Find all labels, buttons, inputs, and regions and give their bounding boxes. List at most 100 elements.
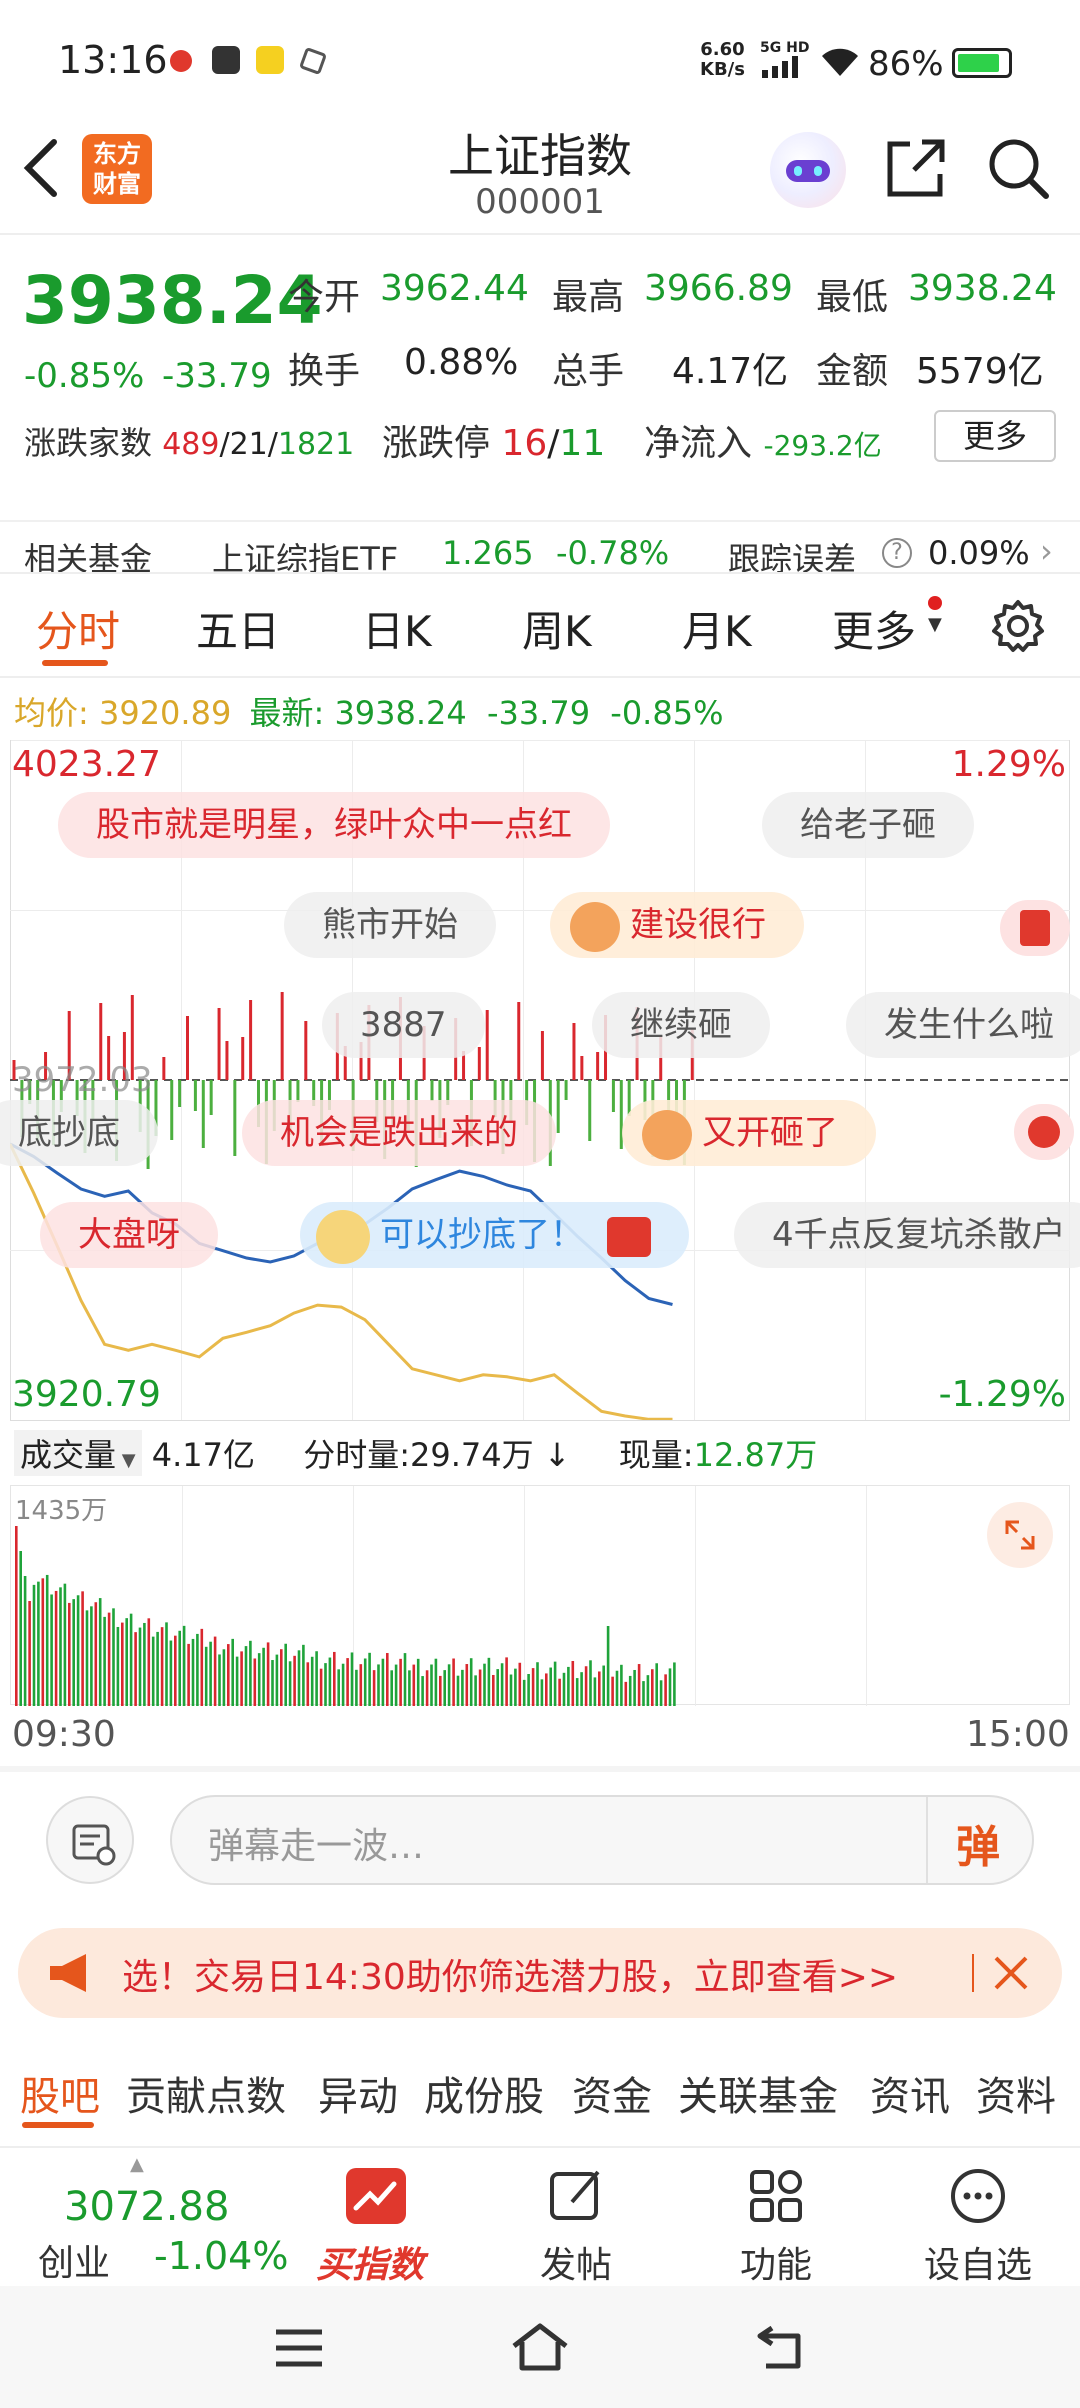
volume-bar (567, 1666, 570, 1706)
back-nav-icon[interactable] (752, 2322, 808, 2372)
tab-monthly-k[interactable]: 月K (682, 598, 752, 659)
mini-quote[interactable]: ▲ 3072.88 创业 -1.04% (30, 2154, 290, 2284)
ai-robot-icon[interactable] (770, 132, 846, 208)
volume-bar (319, 1668, 323, 1706)
danmu-bubble[interactable]: 建设很行 (550, 892, 804, 958)
settings-gear-icon[interactable] (990, 598, 1046, 654)
volume-bar (235, 1656, 239, 1706)
volume-bar (28, 1601, 31, 1706)
x-end-label: 15:00 (966, 1714, 1070, 1755)
bottom-navigation: ▲ 3072.88 创业 -1.04% 买指数 发帖 功能 设自选 (0, 2146, 1080, 2286)
change-value: -33.79 (162, 356, 272, 396)
volume-bar (160, 1627, 164, 1706)
tab-profile[interactable]: 资料 (976, 2064, 1056, 2122)
volume-bar (540, 1679, 544, 1706)
latest-change: -33.79 (486, 694, 591, 732)
divider (926, 1797, 928, 1883)
close-icon[interactable] (992, 1954, 1030, 1992)
function-button[interactable]: 功能 (696, 2156, 856, 2286)
danmu-settings-icon[interactable] (46, 1796, 134, 1884)
home-icon[interactable] (508, 2320, 572, 2374)
volume-bar (452, 1658, 455, 1706)
trend-up-icon (606, 1216, 651, 1257)
danmu-bubble[interactable]: 4千点反复坑杀散户 (734, 1202, 1080, 1268)
danmu-bubble[interactable]: 底抄底 (0, 1100, 158, 1166)
tab-movement[interactable]: 异动 (318, 2064, 398, 2122)
volume-bar (615, 1670, 619, 1706)
tab-news[interactable]: 资讯 (870, 2064, 950, 2122)
tab-related-funds[interactable]: 关联基金 (678, 2064, 838, 2122)
amount-label: 金额 (816, 351, 889, 392)
volume-bar (63, 1583, 67, 1706)
danmu-bubble[interactable]: 大盘呀 (40, 1202, 218, 1268)
limit-up: 16 (501, 423, 548, 464)
danmu-bubble[interactable]: 可以抄底了！ (300, 1202, 689, 1268)
volume-bar (514, 1668, 517, 1706)
volume-bar (121, 1622, 124, 1706)
volume-bar (218, 1654, 221, 1706)
volume-bar (483, 1663, 486, 1706)
grid-icon (750, 2170, 802, 2222)
volume-bar (32, 1584, 36, 1706)
volume-bar (562, 1672, 566, 1706)
low-value: 3938.24 (908, 268, 1057, 309)
danmu-bubble[interactable]: 机会是跌出来的 (242, 1100, 556, 1166)
tab-guba[interactable]: 股吧 (20, 2064, 100, 2122)
buy-index-button[interactable]: 买指数 (296, 2156, 456, 2286)
danmu-bubble[interactable]: 继续砸 (592, 992, 770, 1058)
tab-constituents[interactable]: 成份股 (424, 2064, 544, 2122)
volume-total: 4.17亿 (151, 1436, 256, 1474)
tab-more[interactable]: 更多 (832, 598, 916, 659)
volume-bar (297, 1650, 301, 1706)
status-bar: 13:16 6.60 KB/s 5G HD 86% (0, 0, 1080, 120)
search-icon[interactable] (986, 136, 1052, 202)
volume-selector[interactable]: 成交量 ▼ (14, 1430, 142, 1476)
national-badge-icon[interactable] (1014, 1104, 1074, 1160)
battery-percent: 86% (868, 44, 944, 84)
y-max-label: 4023.27 (12, 744, 161, 785)
add-watchlist-button[interactable]: 设自选 (898, 2156, 1058, 2286)
chevron-down-icon: ▼ (116, 1450, 136, 1471)
danmu-bubble[interactable]: 熊市开始 (284, 892, 496, 958)
volume-bar (37, 1581, 40, 1706)
danmu-bubble[interactable]: 股市就是明星，绿叶众中一点红 (58, 792, 610, 858)
tab-capital[interactable]: 资金 (572, 2064, 652, 2122)
volume-bar (222, 1649, 226, 1706)
post-button[interactable]: 发帖 (496, 2156, 656, 2286)
tab-weekly-k[interactable]: 周K (522, 598, 592, 659)
danmu-bubble[interactable]: 发生什么啦 (846, 992, 1080, 1058)
minute-volume-label: 分时量: (303, 1436, 410, 1474)
tab-contribution[interactable]: 贡献点数 (126, 2064, 286, 2122)
volume-bar (288, 1661, 292, 1706)
send-danmu-button[interactable]: 弹 (956, 1811, 1000, 1875)
volume-label: 总手 (552, 351, 625, 392)
danmu-bubble[interactable]: 给老子砸 (762, 792, 974, 858)
turnover-value: 0.88% (404, 342, 519, 383)
more-button[interactable]: 更多 (934, 410, 1056, 462)
promo-banner[interactable]: 选！交易日14:30助你筛选潜力股，立即查看>> (18, 1928, 1062, 2018)
volume-bar (478, 1669, 482, 1706)
trend-chart-icon (346, 2168, 406, 2224)
volume-bar (98, 1598, 102, 1706)
gift-icon[interactable] (1000, 900, 1070, 956)
menu-icon[interactable] (272, 2326, 326, 2370)
volume-bar (425, 1670, 429, 1706)
volume-bar (549, 1667, 552, 1706)
expand-icon[interactable] (987, 1502, 1053, 1568)
volume-chart[interactable]: 1435万 (10, 1485, 1070, 1706)
help-icon[interactable]: ? (882, 538, 912, 568)
current-price: 3938.24 (22, 262, 323, 339)
volume-bar (293, 1655, 296, 1706)
volume-bar (227, 1644, 230, 1706)
danmu-bubble[interactable]: 又开砸了 (622, 1100, 876, 1166)
danmu-input[interactable]: 弹幕走一波… 弹 (170, 1795, 1034, 1885)
tab-daily-k[interactable]: 日K (362, 598, 432, 659)
cow-avatar-icon (642, 1109, 692, 1160)
tab-intraday[interactable]: 分时 (36, 598, 120, 659)
related-fund-row[interactable]: 相关基金 上证综指ETF 1.265 -0.78% 跟踪误差 ? 0.09% › (0, 520, 1080, 578)
intraday-price-chart[interactable]: 4023.27 1.29% 3972.03 3920.79 -1.29% 股市就… (0, 740, 1080, 1421)
share-icon[interactable] (884, 136, 948, 200)
volume-bar (664, 1674, 667, 1706)
tab-five-day[interactable]: 五日 (196, 598, 280, 659)
danmu-bubble[interactable]: 3887 (322, 992, 485, 1058)
